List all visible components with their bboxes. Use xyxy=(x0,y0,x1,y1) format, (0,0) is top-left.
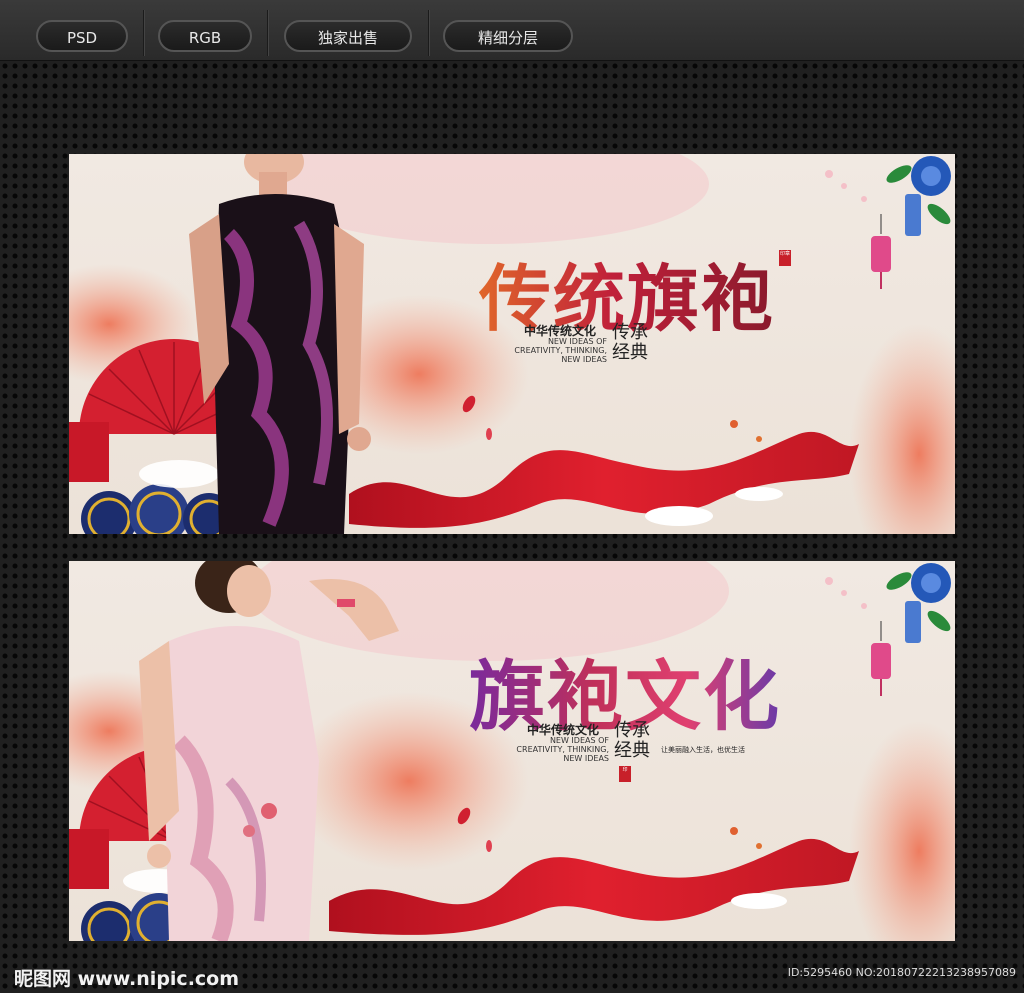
banner-traditional-qipao: 传统旗袍 印章 中华传统文化 NEW IDEAS OF CREATIVITY, … xyxy=(69,154,955,534)
flower-decoration-icon xyxy=(825,563,951,632)
watermark-logo: 昵图网 www.nipic.com xyxy=(14,968,240,990)
divider xyxy=(267,10,269,56)
slogan-en: NEW IDEAS OF CREATIVITY, THINKING, NEW I… xyxy=(514,337,607,364)
tag-layered[interactable]: 精细分层 xyxy=(443,20,573,52)
flower-decoration-icon xyxy=(825,156,951,225)
jingdian-text: 经典 xyxy=(612,342,648,363)
jingdian-text: 经典 xyxy=(614,740,650,761)
divider xyxy=(428,10,430,56)
top-toolbar: PSD RGB 独家出售 精细分层 xyxy=(0,0,1024,61)
slogan-en: NEW IDEAS OF CREATIVITY, THINKING, NEW I… xyxy=(516,736,609,763)
seal-stamp: 印章 xyxy=(779,250,791,266)
lantern-icon xyxy=(871,194,921,289)
divider xyxy=(143,10,145,56)
tag-rgb[interactable]: RGB xyxy=(158,20,252,52)
seal-stamp: 印 xyxy=(619,766,631,782)
tag-exclusive[interactable]: 独家出售 xyxy=(284,20,412,52)
lantern-icon xyxy=(871,601,921,696)
chuancheng-text: 传承 xyxy=(612,322,648,343)
banner-qipao-culture: 旗袍文化 中华传统文化 NEW IDEAS OF CREATIVITY, THI… xyxy=(69,561,955,941)
chuancheng-text: 传承 xyxy=(614,720,650,741)
tag-psd[interactable]: PSD xyxy=(36,20,128,52)
watermark-id: ID:5295460 NO:20180722213238957089 xyxy=(787,966,1016,979)
side-text: 让美丽融入生活，也优生活 xyxy=(661,746,745,754)
